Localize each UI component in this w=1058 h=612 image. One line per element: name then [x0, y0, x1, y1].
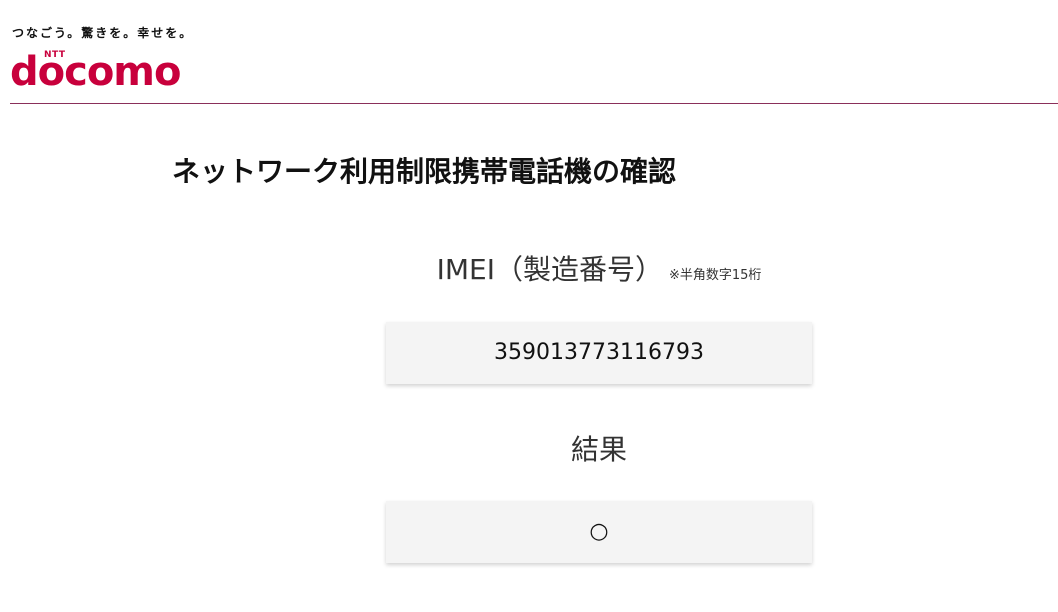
imei-note: ※半角数字15桁 — [668, 268, 762, 283]
tagline: つなごう。驚きを。幸せを。 — [12, 26, 194, 40]
result-value-box: ○ — [386, 501, 812, 563]
page-title: ネットワーク利用制限携帯電話機の確認 — [172, 155, 677, 188]
logo-wordmark: docomo — [10, 49, 181, 95]
imei-value-box: 359013773116793 — [386, 322, 812, 384]
result-label: 結果 — [570, 433, 627, 466]
docomo-logo[interactable]: docomo NTT — [10, 46, 196, 96]
imei-label-row: IMEI（製造番号） ※半角数字15桁 — [386, 248, 812, 288]
imei-label: IMEI（製造番号） — [436, 253, 663, 286]
header-divider — [10, 103, 1058, 104]
site-header: つなごう。驚きを。幸せを。 docomo NTT — [0, 0, 1058, 104]
logo-ntt-mark: NTT — [44, 50, 66, 60]
